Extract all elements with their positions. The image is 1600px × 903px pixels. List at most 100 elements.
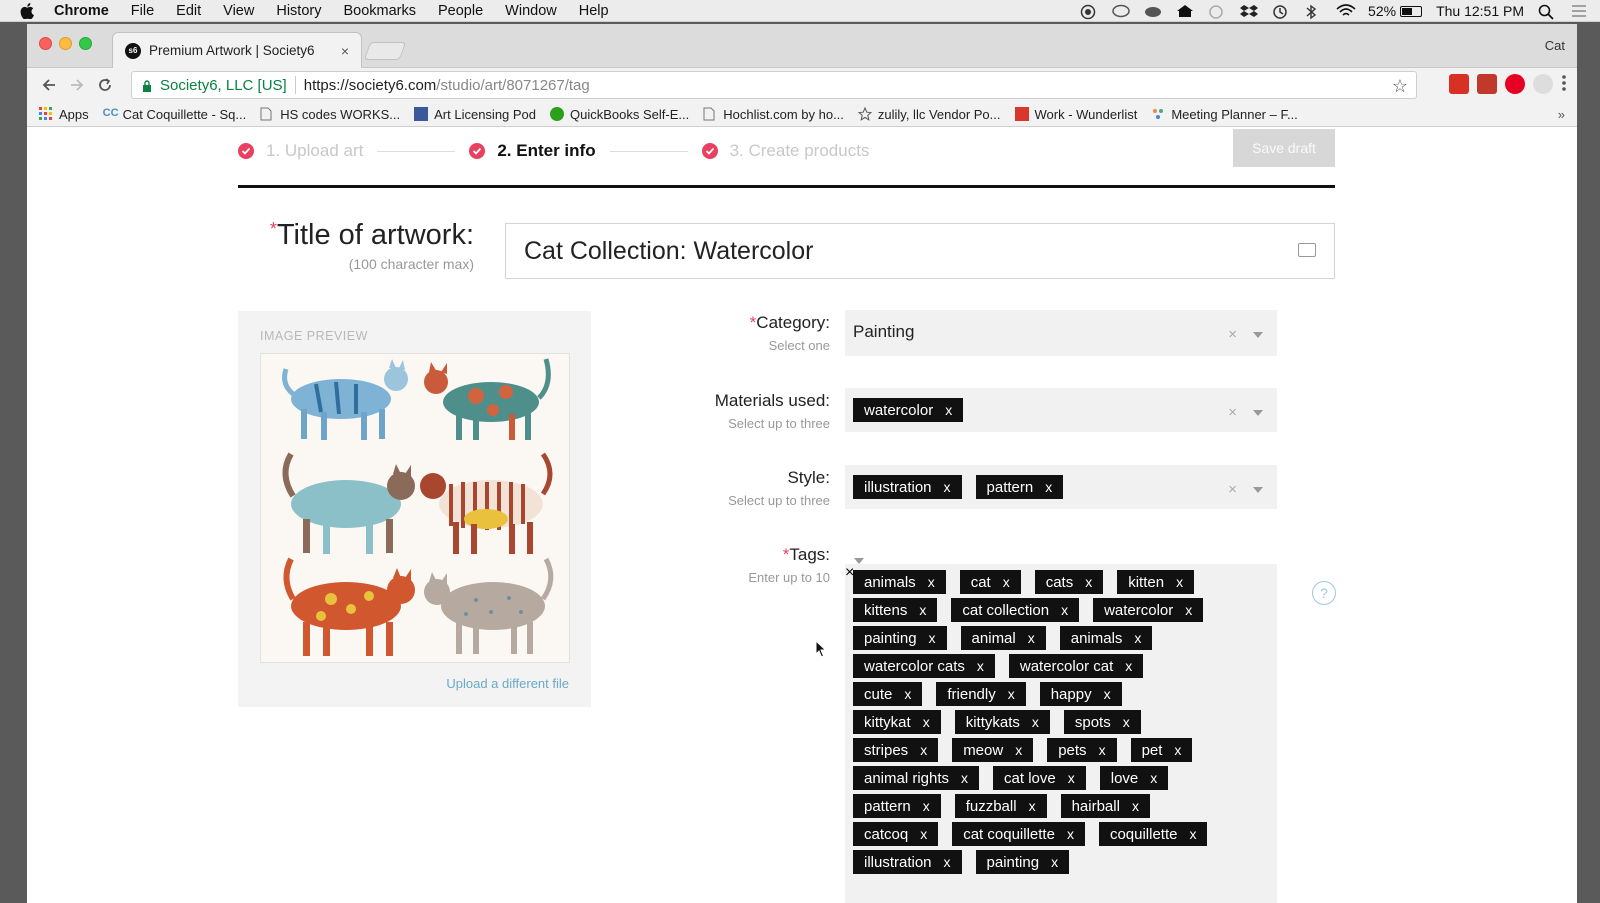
- menu-edit[interactable]: Edit: [176, 3, 201, 19]
- chip-remove-icon[interactable]: x: [1068, 770, 1075, 786]
- chip-remove-icon[interactable]: x: [1045, 479, 1052, 495]
- chip-remove-icon[interactable]: x: [945, 402, 952, 418]
- chip-remove-icon[interactable]: x: [1028, 630, 1035, 646]
- tag-chip[interactable]: animal x: [960, 626, 1046, 650]
- chip-remove-icon[interactable]: x: [923, 714, 930, 730]
- tag-chip[interactable]: cat love x: [993, 766, 1086, 790]
- chrome-menu-icon[interactable]: [1561, 74, 1567, 94]
- bookmark-meeting-planner[interactable]: Meeting Planner – F...: [1151, 107, 1298, 122]
- chip-remove-icon[interactable]: x: [1085, 574, 1092, 590]
- chip-remove-icon[interactable]: x: [1008, 686, 1015, 702]
- tag-chip[interactable]: meow x: [952, 738, 1034, 762]
- chip-remove-icon[interactable]: x: [1104, 686, 1111, 702]
- save-draft-button[interactable]: Save draft: [1233, 129, 1335, 167]
- new-tab-button[interactable]: [363, 42, 407, 60]
- chip-remove-icon[interactable]: x: [1185, 602, 1192, 618]
- tag-chip[interactable]: friendly x: [936, 682, 1026, 706]
- chevron-down-icon[interactable]: [1253, 409, 1263, 416]
- bookmark-cat-coquillette[interactable]: CC Cat Coquillette - Sq...: [103, 107, 247, 122]
- forward-button[interactable]: [63, 71, 91, 99]
- bluetooth-icon[interactable]: [1304, 4, 1322, 20]
- bookmark-hochlist[interactable]: Hochlist.com by ho...: [703, 107, 844, 122]
- spotlight-search-icon[interactable]: [1538, 4, 1556, 20]
- step-upload-art[interactable]: 1. Upload art: [238, 141, 363, 161]
- chip-remove-icon[interactable]: x: [1150, 770, 1157, 786]
- chip-remove-icon[interactable]: x: [904, 686, 911, 702]
- chip-remove-icon[interactable]: x: [1099, 742, 1106, 758]
- clear-icon[interactable]: ×: [1228, 481, 1237, 498]
- tag-chip[interactable]: watercolor x: [1093, 598, 1204, 622]
- creative-cloud-icon[interactable]: [1112, 4, 1130, 18]
- chip-remove-icon[interactable]: x: [1061, 602, 1068, 618]
- chip-remove-icon[interactable]: x: [920, 742, 927, 758]
- tag-chip[interactable]: watercolor cat x: [1008, 654, 1144, 678]
- chip-remove-icon[interactable]: x: [923, 798, 930, 814]
- chip-remove-icon[interactable]: x: [1029, 798, 1036, 814]
- chip-remove-icon[interactable]: x: [944, 479, 951, 495]
- back-button[interactable]: [35, 71, 63, 99]
- tag-chip[interactable]: catcoq x: [853, 822, 939, 846]
- step-create-products[interactable]: 3. Create products: [701, 141, 869, 161]
- category-select[interactable]: Painting ×: [845, 310, 1277, 356]
- secure-site-label[interactable]: Society6, LLC [US]: [160, 77, 287, 94]
- time-machine-icon[interactable]: [1272, 4, 1290, 19]
- tag-chip[interactable]: animal rights x: [853, 766, 980, 790]
- tab-society6[interactable]: s6 Premium Artwork | Society6 ×: [112, 32, 362, 68]
- chip-remove-icon[interactable]: x: [928, 574, 935, 590]
- clear-icon[interactable]: ×: [1228, 404, 1237, 421]
- chip-remove-icon[interactable]: x: [1132, 798, 1139, 814]
- chip-remove-icon[interactable]: x: [1051, 854, 1058, 870]
- extension-disabled-icon[interactable]: [1533, 74, 1553, 94]
- bookmark-star-icon[interactable]: ☆: [1392, 76, 1408, 97]
- chip-remove-icon[interactable]: x: [1189, 826, 1196, 842]
- style-select[interactable]: illustration x pattern x ×: [845, 465, 1277, 509]
- tag-chip[interactable]: pets x: [1047, 738, 1117, 762]
- tag-chip[interactable]: stripes x: [853, 738, 939, 762]
- cloud-icon[interactable]: [1144, 4, 1162, 18]
- chip-remove-icon[interactable]: x: [1032, 714, 1039, 730]
- moon-icon[interactable]: [1208, 4, 1226, 19]
- reload-button[interactable]: [91, 71, 119, 99]
- pinterest-icon[interactable]: [1505, 74, 1525, 94]
- battery-indicator[interactable]: 52%: [1368, 3, 1423, 19]
- home-icon[interactable]: [1176, 4, 1194, 18]
- tag-chip[interactable]: illustration x: [853, 475, 962, 499]
- menu-file[interactable]: File: [131, 3, 154, 19]
- contact-card-icon[interactable]: [1298, 243, 1316, 257]
- step-enter-info[interactable]: 2. Enter info: [469, 141, 596, 161]
- chip-remove-icon[interactable]: x: [944, 854, 951, 870]
- chip-remove-icon[interactable]: x: [1123, 714, 1130, 730]
- tag-chip[interactable]: kitten x: [1117, 570, 1195, 594]
- bookmarks-overflow-button[interactable]: »: [1558, 107, 1565, 122]
- tag-chip[interactable]: cats x: [1034, 570, 1104, 594]
- chip-remove-icon[interactable]: x: [1125, 658, 1132, 674]
- tag-chip[interactable]: kittykats x: [954, 710, 1050, 734]
- clear-icon[interactable]: ×: [1228, 326, 1237, 343]
- help-question-icon[interactable]: ?: [1312, 581, 1336, 605]
- tag-chip[interactable]: animals x: [853, 570, 946, 594]
- tag-chip[interactable]: kittens x: [853, 598, 938, 622]
- chevron-down-icon[interactable]: [1253, 486, 1263, 493]
- tag-chip[interactable]: watercolor x: [853, 398, 964, 422]
- chip-remove-icon[interactable]: x: [1015, 742, 1022, 758]
- dropbox-icon[interactable]: [1240, 4, 1259, 18]
- tag-chip[interactable]: cat collection x: [951, 598, 1080, 622]
- window-minimize-button[interactable]: [59, 37, 72, 50]
- menu-window[interactable]: Window: [505, 3, 557, 19]
- menu-help[interactable]: Help: [579, 3, 609, 19]
- wifi-icon[interactable]: [1336, 4, 1356, 18]
- tag-chip[interactable]: animals x: [1059, 626, 1153, 650]
- tag-chip[interactable]: love x: [1099, 766, 1169, 790]
- chip-remove-icon[interactable]: x: [919, 602, 926, 618]
- tag-chip[interactable]: fuzzball x: [954, 794, 1047, 818]
- chip-remove-icon[interactable]: x: [920, 826, 927, 842]
- chevron-down-icon[interactable]: [1253, 331, 1263, 338]
- apple-icon[interactable]: [18, 2, 36, 20]
- tag-chip[interactable]: painting x: [853, 626, 947, 650]
- extension-gmail-icon[interactable]: [1449, 74, 1469, 94]
- notification-center-icon[interactable]: [1570, 4, 1588, 18]
- tag-chip[interactable]: pattern x: [975, 475, 1064, 499]
- address-bar[interactable]: Society6, LLC [US] https://society6.com …: [131, 71, 1417, 99]
- extension-shield-icon[interactable]: [1477, 74, 1497, 94]
- bookmark-zulily[interactable]: zulily, llc Vendor Po...: [857, 107, 1001, 122]
